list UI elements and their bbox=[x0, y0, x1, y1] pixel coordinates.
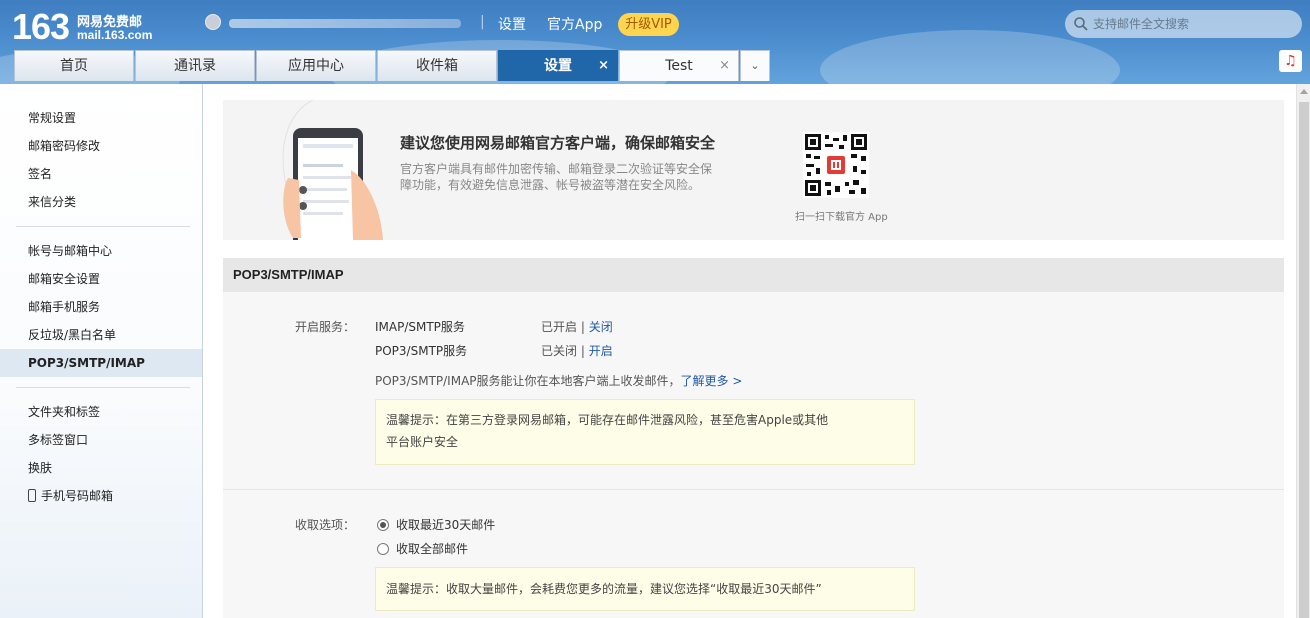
header-separator: | bbox=[480, 14, 485, 30]
promo-description: 官方客户端具有邮件加密传输、邮箱登录二次验证等安全保障功能，有效避免信息泄露、帐… bbox=[400, 162, 713, 192]
settings-sidebar: 常规设置 邮箱密码修改 签名 来信分类 帐号与邮箱中心 邮箱安全设置 邮箱手机服… bbox=[0, 84, 203, 618]
tab-label: 收件箱 bbox=[416, 58, 458, 74]
header-app-link[interactable]: 官方App bbox=[547, 14, 602, 34]
user-avatar-icon[interactable] bbox=[205, 14, 221, 30]
radio-label: 收取最近30天邮件 bbox=[396, 518, 496, 532]
service-info: POP3/SMTP/IMAP服务能让你在本地客户端上收发邮件，了解更多 > bbox=[375, 372, 742, 389]
close-icon[interactable]: × bbox=[598, 51, 609, 81]
top-header: 163 网易免费邮 mail.163.com | 设置 官方App 升级VIP … bbox=[0, 0, 1310, 84]
tip-line: 平台账户安全 bbox=[386, 435, 459, 449]
radio-unchecked-icon[interactable] bbox=[377, 543, 389, 555]
tab-label: 应用中心 bbox=[288, 58, 344, 74]
phone-icon bbox=[28, 489, 36, 502]
sidebar-item-account-center[interactable]: 帐号与邮箱中心 bbox=[0, 237, 202, 265]
tip-line: 温馨提示：在第三方登录网易邮箱，可能存在邮件泄露风险，甚至危害Apple或其他 bbox=[386, 413, 829, 427]
phone-illustration-icon bbox=[282, 100, 383, 240]
page-scrollbar[interactable] bbox=[1296, 84, 1310, 618]
pop3-open-link[interactable]: 开启 bbox=[589, 344, 613, 358]
service-label: 开启服务： bbox=[295, 320, 356, 334]
tab-contacts[interactable]: 通讯录 bbox=[135, 50, 255, 81]
sidebar-divider bbox=[16, 387, 190, 388]
imap-close-link[interactable]: 关闭 bbox=[589, 320, 613, 334]
section-divider bbox=[223, 489, 1284, 490]
radio-label: 收取全部邮件 bbox=[396, 542, 469, 556]
sidebar-divider bbox=[16, 226, 190, 227]
sidebar-item-password[interactable]: 邮箱密码修改 bbox=[0, 132, 202, 160]
sidebar-item-multi-tab[interactable]: 多标签窗口 bbox=[0, 426, 202, 454]
sidebar-item-folders-tags[interactable]: 文件夹和标签 bbox=[0, 398, 202, 426]
music-note-icon[interactable]: ♫ bbox=[1279, 50, 1302, 72]
tab-settings[interactable]: 设置 × bbox=[498, 50, 618, 81]
status-text: 已关闭 bbox=[541, 344, 578, 358]
pop3-settings-section: 开启服务： IMAP/SMTP服务 已开启 | 关闭 POP3/SMTP服务 已… bbox=[223, 292, 1284, 618]
tab-label: 首页 bbox=[60, 58, 88, 74]
cloud-decoration bbox=[820, 30, 1120, 84]
scroll-up-arrow-icon[interactable] bbox=[1300, 89, 1308, 94]
receive-label: 收取选项： bbox=[295, 518, 356, 532]
header-settings-link[interactable]: 设置 bbox=[498, 14, 526, 34]
sidebar-item-phone-mailbox[interactable]: 手机号码邮箱 bbox=[0, 482, 202, 510]
radio-checked-icon[interactable] bbox=[377, 519, 389, 531]
pop3-service-status: 已关闭 | 开启 bbox=[541, 342, 613, 359]
sidebar-item-security[interactable]: 邮箱安全设置 bbox=[0, 265, 202, 293]
tab-inbox[interactable]: 收件箱 bbox=[377, 50, 497, 81]
sidebar-item-pop3-smtp-imap[interactable]: POP3/SMTP/IMAP bbox=[0, 349, 202, 377]
tab-test[interactable]: Test × bbox=[619, 50, 739, 81]
tab-label: Test bbox=[665, 58, 693, 74]
sidebar-item-label: 手机号码邮箱 bbox=[41, 489, 114, 503]
receive-all-option[interactable]: 收取全部邮件 bbox=[377, 540, 468, 557]
client-promo-banner: 建议您使用网易邮箱官方客户端，确保邮箱安全 官方客户端具有邮件加密传输、邮箱登录… bbox=[223, 100, 1284, 240]
logo-number[interactable]: 163 bbox=[12, 6, 70, 48]
logo-domain: mail.163.com bbox=[77, 28, 153, 42]
upgrade-vip-button[interactable]: 升级VIP bbox=[618, 13, 679, 36]
blurred-username bbox=[229, 19, 461, 28]
tip-line: 温馨提示：收取大量邮件，会耗费您更多的流量，建议您选择“收取最近30天邮件” bbox=[386, 582, 822, 596]
imap-service-status: 已开启 | 关闭 bbox=[541, 318, 613, 335]
imap-service-name: IMAP/SMTP服务 bbox=[375, 320, 465, 334]
learn-more-link[interactable]: 了解更多 > bbox=[681, 374, 743, 388]
tab-more-chevron-down-icon[interactable]: ⌄ bbox=[740, 50, 770, 81]
search-icon[interactable] bbox=[1073, 16, 1089, 32]
status-text: 已开启 bbox=[541, 320, 578, 334]
sidebar-item-signature[interactable]: 签名 bbox=[0, 160, 202, 188]
search-input[interactable] bbox=[1093, 10, 1293, 38]
traffic-tip-box: 温馨提示：收取大量邮件，会耗费您更多的流量，建议您选择“收取最近30天邮件” bbox=[375, 567, 915, 611]
scrollbar-thumb[interactable] bbox=[1299, 102, 1309, 618]
tab-app-center[interactable]: 应用中心 bbox=[256, 50, 376, 81]
security-tip-box: 温馨提示：在第三方登录网易邮箱，可能存在邮件泄露风险，甚至危害Apple或其他 … bbox=[375, 399, 915, 465]
status-separator: | bbox=[580, 320, 585, 334]
receive-recent-30-option[interactable]: 收取最近30天邮件 bbox=[377, 516, 495, 533]
info-text: POP3/SMTP/IMAP服务能让你在本地客户端上收发邮件， bbox=[375, 374, 681, 388]
settings-content: 建议您使用网易邮箱官方客户端，确保邮箱安全 官方客户端具有邮件加密传输、邮箱登录… bbox=[203, 84, 1296, 618]
promo-title: 建议您使用网易邮箱官方客户端，确保邮箱安全 bbox=[400, 134, 716, 152]
search-box[interactable] bbox=[1065, 10, 1302, 38]
sidebar-item-antispam[interactable]: 反垃圾/黑白名单 bbox=[0, 321, 202, 349]
sidebar-item-mail-filter[interactable]: 来信分类 bbox=[0, 188, 202, 216]
pop3-service-name: POP3/SMTP服务 bbox=[375, 344, 468, 358]
status-separator: | bbox=[580, 344, 585, 358]
sidebar-item-skin[interactable]: 换肤 bbox=[0, 454, 202, 482]
tab-home[interactable]: 首页 bbox=[14, 50, 134, 81]
sidebar-item-mobile-service[interactable]: 邮箱手机服务 bbox=[0, 293, 202, 321]
sidebar-item-general[interactable]: 常规设置 bbox=[0, 104, 202, 132]
tab-label: 通讯录 bbox=[174, 58, 216, 74]
section-header: POP3/SMTP/IMAP bbox=[223, 258, 1284, 292]
close-icon[interactable]: × bbox=[719, 51, 730, 81]
tab-label: 设置 bbox=[544, 58, 572, 74]
qr-caption: 扫一扫下载官方 App bbox=[795, 212, 888, 223]
qr-code-icon[interactable] bbox=[803, 132, 869, 198]
tab-bar: 首页 通讯录 应用中心 收件箱 设置 × Test × ⌄ bbox=[14, 50, 770, 81]
